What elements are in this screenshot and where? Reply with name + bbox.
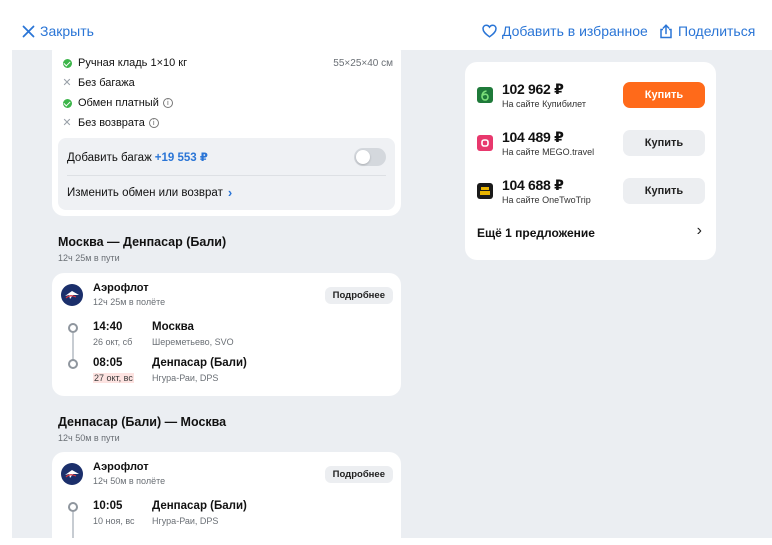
segment-duration: 12ч 25м в пути [58,253,120,263]
onetwotrip-logo-icon [477,183,493,199]
main-content: Ручная кладь 1×10 кг 55×25×40 см ✕ Без б… [12,50,772,545]
departure-city: Москва [152,321,194,333]
add-baggage-price: +19 553 ₽ [154,152,208,164]
divider [67,175,386,176]
buy-button[interactable]: Купить [623,130,705,156]
favorite-label: Добавить в избранное [502,23,648,39]
departure-airport: Нгура-Раи, DPS [152,516,219,526]
close-label: Закрыть [40,23,94,39]
add-baggage-label: Добавить багаж [67,152,152,164]
kupibilet-logo-icon [477,87,493,103]
offer-price: 104 688 ₽ [502,177,564,193]
share-button[interactable]: Поделиться [659,23,755,39]
condition-label: Без возврата [78,117,145,129]
ticket-conditions-card: Ручная кладь 1×10 кг 55×25×40 см ✕ Без б… [52,50,401,216]
departure-date: 26 окт, сб [93,337,133,347]
condition-label: Без багажа [78,77,135,89]
segment-title: Москва — Денпасар (Бали) [58,235,227,249]
arrival-date: 27 окт, вс [93,373,134,383]
arrival-city: Денпасар (Бали) [152,357,247,369]
details-button[interactable]: Подробнее [324,287,393,304]
offer-price: 102 962 ₽ [502,81,564,97]
offer-agency: На сайте Купибилет [502,99,586,109]
share-label: Поделиться [678,23,756,39]
flight-card: Аэрофлот 12ч 50м в полёте Подробнее 10:0… [52,452,401,545]
cross-icon: ✕ [62,117,72,129]
arrival-dot [68,359,78,369]
condition-row: ✕ Без возврата i [62,117,159,129]
top-bar: Закрыть Добавить в избранное Поделиться [0,0,772,50]
info-icon[interactable]: i [162,98,173,108]
mego-logo-icon [477,135,493,151]
segment-title: Денпасар (Бали) — Москва [58,415,227,429]
close-button[interactable]: Закрыть [22,23,94,39]
departure-dot [68,323,78,333]
condition-row: Ручная кладь 1×10 кг [62,57,187,69]
departure-time: 10:05 [93,500,123,512]
departure-airport: Шереметьево, SVO [152,337,234,347]
offer-price: 104 489 ₽ [502,129,564,145]
add-baggage-toggle[interactable] [354,148,386,166]
offer-row: 104 489 ₽ На сайте MEGO.travel Купить [465,123,716,163]
flight-card: Аэрофлот 12ч 25м в полёте Подробнее 14:4… [52,273,401,396]
departure-date: 10 ноя, вс [93,516,135,526]
close-icon [22,25,35,37]
flight-duration: 12ч 25м в полёте [93,297,166,307]
change-exchange-refund-link[interactable]: Изменить обмен или возврат › [67,185,232,200]
departure-dot [68,502,78,512]
flight-duration: 12ч 50м в полёте [93,476,166,486]
check-icon [62,58,72,68]
share-icon [660,23,672,38]
offers-card: 102 962 ₽ На сайте Купибилет Купить 104 … [465,62,716,260]
condition-label: Обмен платный [78,97,159,109]
offer-row: 102 962 ₽ На сайте Купибилет Купить [465,75,716,115]
aeroflot-logo-icon [61,463,83,485]
buy-button[interactable]: Купить [623,82,705,108]
details-button[interactable]: Подробнее [324,466,393,483]
check-icon [62,98,72,108]
more-offers-link[interactable]: Ещё 1 предложение [477,226,595,240]
bottom-edge [0,538,772,545]
arrival-airport: Нгура-Раи, DPS [152,373,219,383]
heart-icon [482,24,497,38]
segment-duration: 12ч 50м в пути [58,433,120,443]
offer-agency: На сайте OneTwoTrip [502,195,591,205]
buy-button[interactable]: Купить [623,178,705,204]
offer-agency: На сайте MEGO.travel [502,147,595,157]
offer-row: 104 688 ₽ На сайте OneTwoTrip Купить [465,171,716,211]
chevron-right-icon: › [227,185,233,200]
condition-row: ✕ Без багажа [62,77,135,89]
change-label: Изменить обмен или возврат [67,186,223,199]
airline-name: Аэрофлот [93,461,149,473]
aeroflot-logo-icon [61,284,83,306]
cross-icon: ✕ [62,77,72,89]
condition-row: Обмен платный i [62,97,173,109]
hand-luggage-size: 55×25×40 см [333,58,393,69]
airline-name: Аэрофлот [93,282,149,294]
departure-city: Денпасар (Бали) [152,500,247,512]
departure-time: 14:40 [93,321,123,333]
condition-label: Ручная кладь 1×10 кг [78,57,188,69]
add-to-favorites-button[interactable]: Добавить в избранное [482,23,648,39]
chevron-right-icon[interactable]: › [697,222,702,240]
add-baggage-row: Добавить багаж +19 553 ₽ [67,150,208,164]
baggage-options-panel: Добавить багаж +19 553 ₽ Изменить обмен и… [58,138,395,210]
info-icon[interactable]: i [148,118,159,128]
arrival-time: 08:05 [93,357,123,369]
